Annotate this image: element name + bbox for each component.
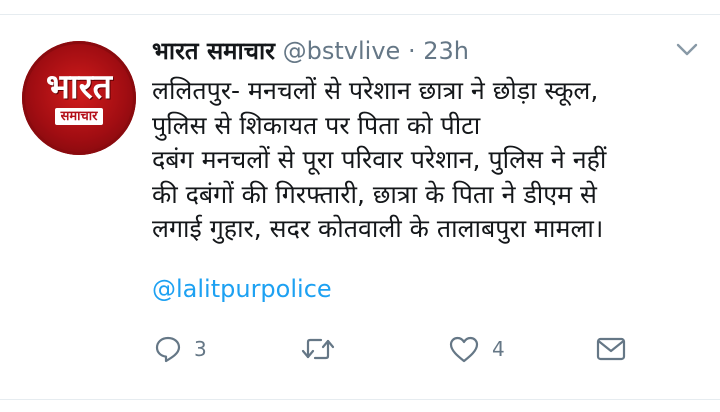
avatar-logo: भारत समाचार — [30, 69, 128, 131]
tweet-timestamp[interactable]: 23h — [423, 37, 469, 65]
tweet-text-line: ललितपुर- मनचलों से परेशान छात्रा ने छोड़… — [152, 76, 599, 105]
meta-separator: · — [407, 37, 416, 65]
tweet-text-line: दबंग मनचलों से पूरा परिवार परेशान, पुलिस… — [152, 145, 607, 174]
retweet-button[interactable] — [300, 334, 348, 364]
reply-icon — [154, 335, 182, 363]
reply-count: 3 — [194, 337, 207, 361]
tweet-text-line: पुलिस से शिकायत पर पिता को पीटा — [152, 110, 481, 140]
like-count: 4 — [492, 337, 505, 361]
retweet-icon — [300, 335, 336, 363]
tweet-text-line: की दबंगों की गिरफ्तारी, छात्रा के पिता न… — [152, 179, 597, 209]
tweet-text: ललितपुर- मनचलों से परेशान छात्रा ने छोड़… — [152, 74, 697, 247]
author-handle[interactable]: @bstvlive — [283, 37, 401, 65]
heart-icon — [448, 335, 480, 363]
like-button[interactable]: 4 — [448, 334, 505, 364]
reply-button[interactable]: 3 — [154, 334, 207, 364]
bottom-divider — [0, 399, 720, 400]
avatar[interactable]: भारत समाचार — [22, 41, 136, 155]
avatar-logo-word: भारत — [46, 67, 112, 107]
envelope-icon — [596, 336, 626, 362]
author-display-name[interactable]: भारत समाचार — [152, 37, 275, 65]
avatar-logo-sub: समाचार — [54, 108, 104, 125]
chevron-down-icon[interactable] — [676, 42, 698, 58]
top-divider — [0, 14, 720, 15]
tweet-text-line: लगाई गुहार, सदर कोतवाली के तालाबपुरा माम… — [152, 214, 604, 243]
mention-link[interactable]: @lalitpurpolice — [152, 272, 332, 306]
tweet-header: भारत समाचार @bstvlive · 23h — [152, 36, 469, 66]
direct-message-button[interactable] — [596, 334, 626, 364]
